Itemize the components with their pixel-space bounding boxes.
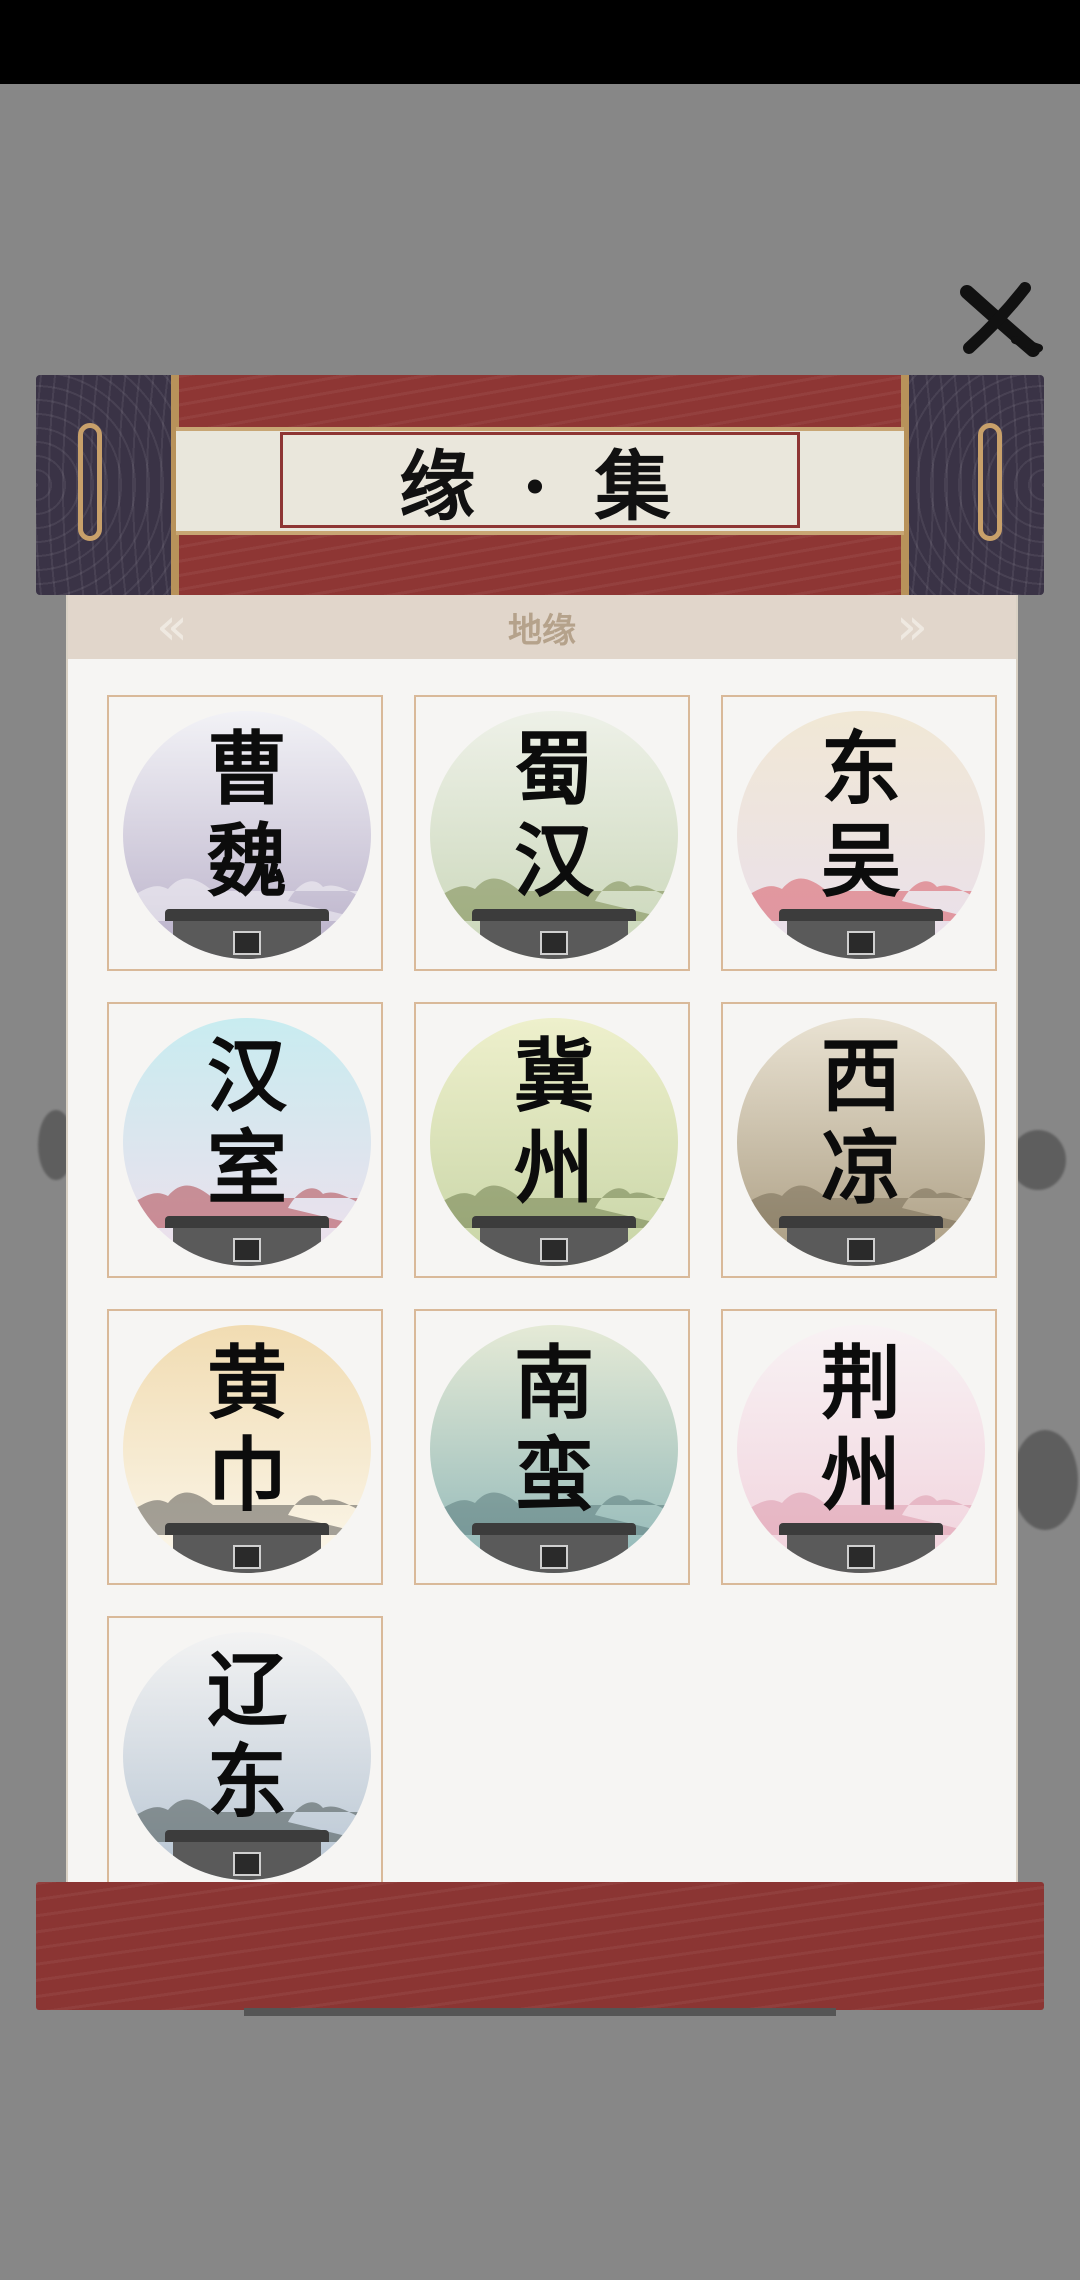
status-bar [0,0,1080,84]
region-artwork: 黄 巾 [123,1325,371,1573]
region-artwork: 辽 东 [123,1632,371,1880]
region-name: 汉 室 [207,1029,287,1215]
region-card[interactable]: 冀 州 [414,1002,690,1278]
region-card[interactable]: 黄 巾 [107,1309,383,1585]
region-card[interactable]: 南 蛮 [414,1309,690,1585]
close-button[interactable] [955,278,1045,362]
region-name: 西 凉 [821,1029,901,1215]
region-name: 辽 东 [207,1643,287,1829]
region-artwork: 冀 州 [430,1018,678,1266]
lattice-window-icon [233,1852,261,1876]
gate-roof [472,909,636,921]
region-panel: « 地缘 » 曹 魏 蜀 汉 东 吴汉 室 冀 州 西 凉黄 巾 南 蛮 荆 州辽 东 [66,595,1018,1895]
tab-bar: « 地缘 » [68,595,1016,659]
region-name: 南 蛮 [514,1336,594,1522]
lattice-window-icon [540,1545,568,1569]
gate-roof [165,1216,329,1228]
background-ink-right [1010,1130,1066,1190]
title-box: 缘 · 集 [280,432,800,531]
tab-label: 地缘 [508,610,576,651]
lattice-window-icon [233,1238,261,1262]
region-card[interactable]: 辽 东 [107,1616,383,1892]
lattice-window-icon [233,931,261,955]
region-name: 冀 州 [514,1029,594,1215]
region-card[interactable]: 东 吴 [721,695,997,971]
hanger-right [978,423,1002,541]
gate-roof [472,1523,636,1535]
region-artwork: 汉 室 [123,1018,371,1266]
region-name: 蜀 汉 [514,722,594,908]
region-card[interactable]: 汉 室 [107,1002,383,1278]
region-artwork: 曹 魏 [123,711,371,959]
scroll-footer-shadow [244,2008,836,2016]
gate-roof [779,1216,943,1228]
lattice-window-icon [540,1238,568,1262]
gate-roof [165,1830,329,1842]
lattice-window-icon [847,1545,875,1569]
gate-roof [472,1216,636,1228]
region-artwork: 南 蛮 [430,1325,678,1573]
region-name: 黄 巾 [207,1336,287,1522]
region-artwork: 西 凉 [737,1018,985,1266]
scroll-footer [36,1882,1044,2010]
chevron-left-icon: « [156,597,188,657]
lattice-window-icon [233,1545,261,1569]
region-name: 东 吴 [821,722,901,908]
background-ink-right-lower [1012,1430,1078,1530]
region-card[interactable]: 西 凉 [721,1002,997,1278]
page-title: 缘 · 集 [399,442,681,531]
gate-roof [165,1523,329,1535]
lattice-window-icon [847,1238,875,1262]
region-card[interactable]: 曹 魏 [107,695,383,971]
lattice-window-icon [847,931,875,955]
gate-roof [779,909,943,921]
region-artwork: 荆 州 [737,1325,985,1573]
lattice-window-icon [540,931,568,955]
region-artwork: 蜀 汉 [430,711,678,959]
gate-roof [779,1523,943,1535]
region-name: 荆 州 [821,1336,901,1522]
region-artwork: 东 吴 [737,711,985,959]
region-card[interactable]: 蜀 汉 [414,695,690,971]
region-name: 曹 魏 [207,722,287,908]
chevron-right-icon: » [896,597,928,657]
gate-roof [165,909,329,921]
region-card[interactable]: 荆 州 [721,1309,997,1585]
hanger-left [78,423,102,541]
scroll-header: 缘 · 集 [36,375,1044,595]
close-icon [960,282,1043,357]
